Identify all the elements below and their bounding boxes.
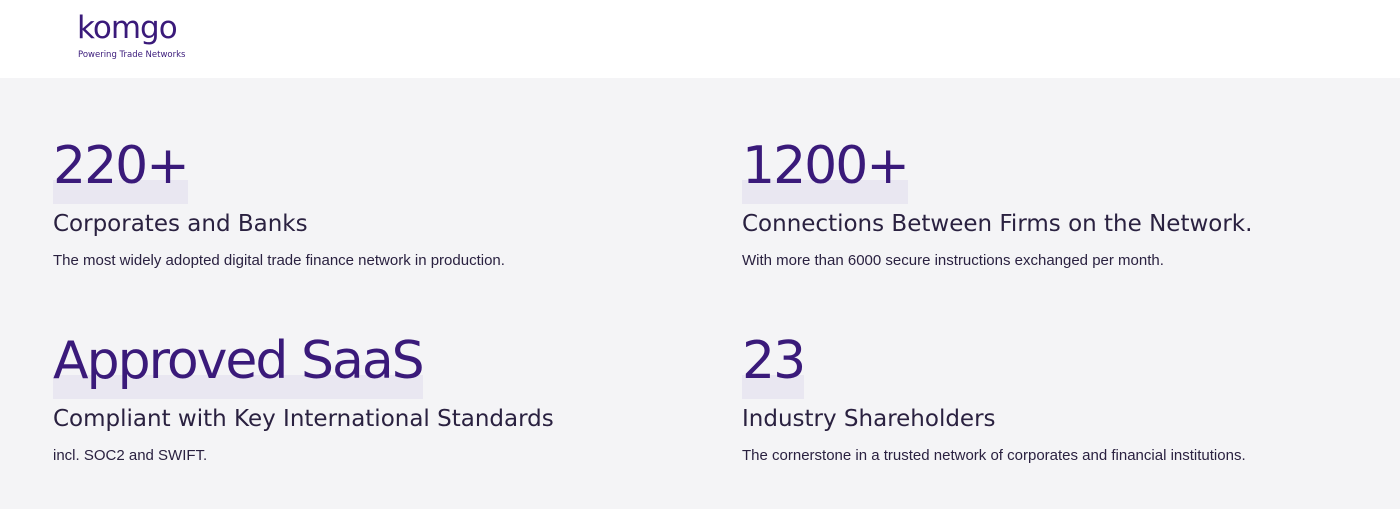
logo-tagline: Powering Trade Networks bbox=[78, 50, 186, 60]
stat-description: The most widely adopted digital trade fi… bbox=[53, 252, 505, 269]
stat-approved-saas: Approved SaaS Compliant with Key Interna… bbox=[53, 331, 693, 466]
stat-description: With more than 6000 secure instructions … bbox=[742, 252, 1164, 269]
logo-wordmark: komgo bbox=[77, 10, 178, 46]
komgo-logo[interactable]: komgo Powering Trade Networks bbox=[77, 10, 185, 61]
stat-value: 1200+ bbox=[742, 136, 910, 204]
stat-corporates-banks: 220+ Corporates and Banks The most widel… bbox=[53, 136, 693, 271]
stat-title: Corporates and Banks bbox=[53, 211, 308, 237]
stat-title: Compliant with Key International Standar… bbox=[53, 406, 554, 432]
stat-value: 23 bbox=[742, 331, 806, 399]
stat-connections: 1200+ Connections Between Firms on the N… bbox=[742, 136, 1382, 271]
stat-description: The cornerstone in a trusted network of … bbox=[742, 447, 1246, 464]
site-header: komgo Powering Trade Networks bbox=[0, 0, 1400, 78]
stat-description: incl. SOC2 and SWIFT. bbox=[53, 447, 208, 464]
stat-title: Industry Shareholders bbox=[742, 406, 996, 432]
stat-value: Approved SaaS bbox=[53, 331, 425, 399]
stats-section: 220+ Corporates and Banks The most widel… bbox=[0, 78, 1400, 509]
stat-title: Connections Between Firms on the Network… bbox=[742, 211, 1253, 237]
stat-value: 220+ bbox=[53, 136, 190, 204]
stat-industry-shareholders: 23 Industry Shareholders The cornerstone… bbox=[742, 331, 1382, 466]
